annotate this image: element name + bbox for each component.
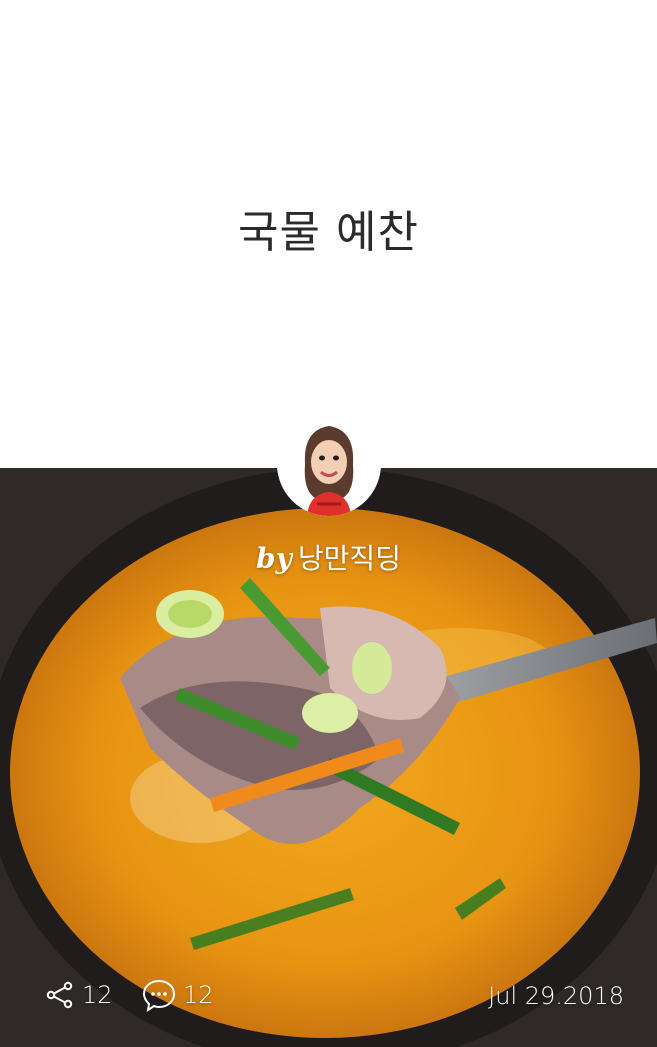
author-avatar[interactable] [277, 412, 381, 516]
post-footer: 12 12 Jul 29.2018 [0, 972, 657, 1018]
share-button[interactable]: 12 [44, 978, 113, 1012]
share-count: 12 [82, 981, 113, 1009]
author-byline: by 낭만직딩 [0, 537, 657, 577]
share-icon [44, 979, 76, 1011]
by-label: by [256, 542, 292, 575]
post-date: Jul 29.2018 [488, 982, 624, 1010]
comments-button[interactable]: 12 [141, 978, 214, 1012]
comment-icon [141, 978, 177, 1012]
post-header: 국물 예찬 [0, 0, 657, 468]
avatar-illustration [277, 412, 381, 516]
post-title: 국물 예찬 [238, 207, 419, 258]
author-name[interactable]: 낭만직딩 [298, 542, 401, 575]
comment-count: 12 [183, 981, 214, 1009]
